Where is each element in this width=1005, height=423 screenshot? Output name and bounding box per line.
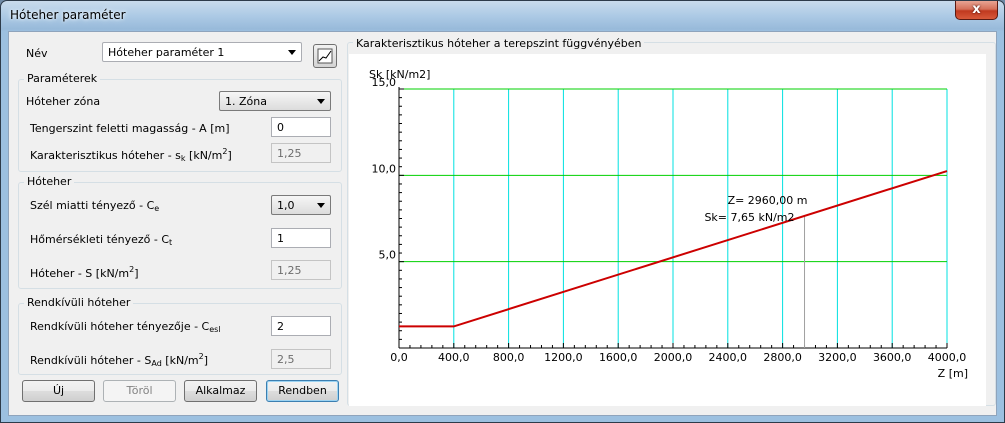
line-chart-icon xyxy=(317,48,333,64)
snow-load-field xyxy=(271,260,331,280)
apply-button[interactable]: Alkalmaz xyxy=(184,380,257,402)
altitude-label: Tengerszint feletti magasság - A [m] xyxy=(30,122,230,135)
ok-button[interactable]: Rendben xyxy=(266,380,339,402)
exceptional-factor-label: Rendkívüli hóteher tényezője - Cesl xyxy=(30,320,221,334)
char-snow-field xyxy=(271,143,331,163)
name-label: Név xyxy=(26,47,48,60)
cursor-label-z: Z= 2960,00 m xyxy=(728,194,808,207)
altitude-input[interactable] xyxy=(271,117,331,137)
exceptional-load-label-main: Rendkívüli hóteher - S xyxy=(30,354,152,367)
exceptional-load-label-sub: Ad xyxy=(151,359,162,368)
chart-toggle-button[interactable] xyxy=(313,44,337,68)
snow-group-title: Hóteher xyxy=(24,175,75,188)
y-tick-label: 5,0 xyxy=(379,249,397,262)
thermal-factor-label-main: Hőmérsékleti tényező - C xyxy=(30,233,170,246)
x-tick-label: 3200,0 xyxy=(818,351,857,364)
wind-factor-label: Szél miatti tényező - Ce xyxy=(30,199,159,213)
char-snow-label: Karakterisztikus hóteher - sk [kN/m2] xyxy=(30,147,232,163)
zone-select-value: 1. Zóna xyxy=(225,95,267,108)
new-button[interactable]: Új xyxy=(22,380,95,402)
name-select-value: Hóteher paraméter 1 xyxy=(108,46,225,59)
exceptional-group-title: Rendkívüli hóteher xyxy=(24,296,134,309)
close-button[interactable]: x xyxy=(955,1,998,20)
x-tick-label: 1600,0 xyxy=(599,351,638,364)
thermal-factor-input[interactable] xyxy=(271,228,331,248)
x-tick-label: 2000,0 xyxy=(654,351,693,364)
snow-load-label-main: Hóteher - S [kN/m xyxy=(30,267,130,280)
char-snow-label-end: ] xyxy=(227,149,232,162)
dialog-window: Hóteher paraméter x Név Hóteher paraméte… xyxy=(0,0,1005,423)
title-bar[interactable]: Hóteher paraméter x xyxy=(1,1,1004,31)
thermal-factor-label: Hőmérsékleti tényező - Ct xyxy=(30,233,172,247)
exceptional-load-label-end: ] xyxy=(203,354,209,367)
chart-panel-title: Karakterisztikus hóteher a terepszint fü… xyxy=(353,37,645,50)
chevron-down-icon xyxy=(317,203,325,208)
snow-load-label-end: ] xyxy=(134,267,139,280)
exceptional-factor-label-sub: esl xyxy=(209,325,221,334)
x-tick-label: 0,0 xyxy=(390,351,408,364)
y-tick-label: 10,0 xyxy=(372,162,397,175)
name-select[interactable]: Hóteher paraméter 1 xyxy=(102,42,302,62)
wind-factor-select-value: 1,0 xyxy=(277,199,295,212)
x-tick-label: 2800,0 xyxy=(763,351,802,364)
window-title: Hóteher paraméter xyxy=(10,8,126,22)
chart-plot-area: 5,0 10,0 15,0 0,0 400,0 800,0 1200,0 1600,0 2000… xyxy=(349,54,986,406)
exceptional-factor-input[interactable] xyxy=(271,316,331,336)
chevron-down-icon xyxy=(288,50,296,55)
exceptional-load-field xyxy=(271,349,331,369)
exceptional-load-label-unit: [kN/m xyxy=(161,354,199,367)
zone-select[interactable]: 1. Zóna xyxy=(219,91,331,111)
x-axis-label: Z [m] xyxy=(938,367,968,380)
cursor-label-sk: Sk= 7,65 kN/m2 xyxy=(704,211,794,224)
char-snow-label-main: Karakterisztikus hóteher - s xyxy=(30,149,181,162)
x-tick-label: 800,0 xyxy=(493,351,524,364)
parameters-group-title: Paraméterek xyxy=(24,72,101,85)
chevron-down-icon xyxy=(317,99,325,104)
snow-load-chart: 5,010,015,00,0 400,0 800,0 1200,0 1600,0 2000… xyxy=(369,68,968,380)
y-axis-label: Sk [kN/m2] xyxy=(369,68,430,81)
snow-load-label: Hóteher - S [kN/m2] xyxy=(30,265,139,280)
wind-factor-label-main: Szél miatti tényező - C xyxy=(30,199,155,212)
exceptional-factor-label-main: Rendkívüli hóteher tényezője - C xyxy=(30,320,210,333)
zone-label: Hóteher zóna xyxy=(26,95,101,108)
x-tick-label: 1200,0 xyxy=(544,351,583,364)
delete-button[interactable]: Töröl xyxy=(103,380,176,402)
thermal-factor-label-sub: t xyxy=(169,238,173,247)
char-snow-label-unit: [kN/m xyxy=(185,149,223,162)
exceptional-load-label: Rendkívüli hóteher - SAd [kN/m2] xyxy=(30,352,208,368)
wind-factor-label-sub: e xyxy=(154,204,160,213)
wind-factor-select[interactable]: 1,0 xyxy=(271,195,331,215)
x-tick-label: 4000,0 xyxy=(928,351,967,364)
x-tick-label: 2400,0 xyxy=(709,351,748,364)
x-tick-label: 3600,0 xyxy=(873,351,912,364)
close-icon: x xyxy=(972,2,981,17)
x-tick-label: 400,0 xyxy=(438,351,470,364)
